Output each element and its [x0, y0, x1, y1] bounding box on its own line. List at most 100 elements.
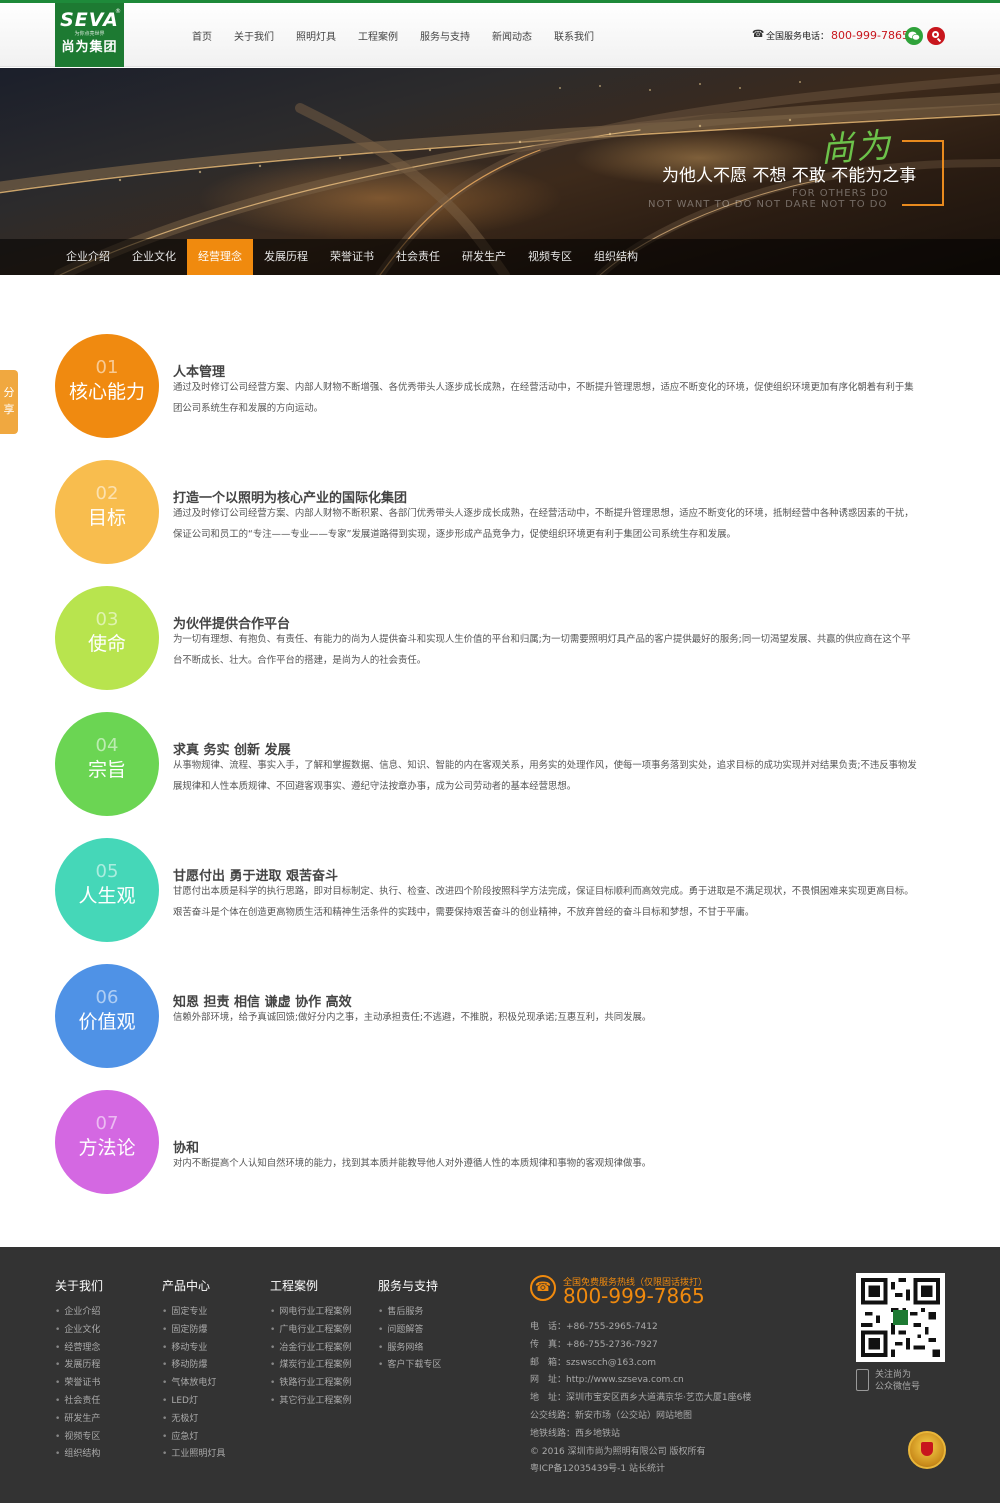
- value-name: 核心能力: [68, 381, 145, 403]
- footer-link[interactable]: 荣誉证书: [55, 1375, 103, 1393]
- value-circle: 07 方法论: [55, 1090, 159, 1194]
- footer-link[interactable]: 移动防爆: [162, 1357, 225, 1375]
- subnav-item[interactable]: 组织结构: [583, 239, 649, 275]
- footer-link[interactable]: 铁路行业工程案例: [270, 1375, 351, 1393]
- value-description: 对内不断提高个人认知自然环境的能力，找到其本质并能教导他人对外遵循人性的本质规律…: [173, 1158, 652, 1169]
- value-description: 通过及时修订公司经营方案、内部人财物不断增强、各优秀带头人逐步成长成熟，在经营活…: [173, 382, 914, 414]
- service-phone: 全国服务电话： 800-999-7865: [752, 25, 909, 45]
- value-name: 方法论: [78, 1137, 136, 1159]
- footer-link[interactable]: 固定专业: [162, 1304, 225, 1322]
- nav-lighting[interactable]: 照明灯具: [296, 28, 336, 43]
- value-description: 通过及时修订公司经营方案、内部人财物不断积累、各部门优秀带头人逐步成长成熟，在经…: [173, 508, 914, 540]
- footer-link[interactable]: 应急灯: [162, 1429, 225, 1447]
- footer-link[interactable]: 其它行业工程案例: [270, 1393, 351, 1411]
- footer-link[interactable]: 固定防爆: [162, 1322, 225, 1340]
- site-header: SEVA ® 为你点亮世界 尚为集团 首页 关于我们 照明灯具 工程案例 服务与…: [0, 3, 1000, 67]
- footer-link[interactable]: 视频专区: [55, 1429, 103, 1447]
- footer-link[interactable]: 问题解答: [378, 1322, 441, 1340]
- sub-nav-items: 企业介绍 企业文化 经营理念 发展历程 荣誉证书 社会责任 研发生产 视频专区 组织结构: [55, 239, 649, 275]
- footer-link[interactable]: 客户下载专区: [378, 1357, 441, 1375]
- value-number: 02: [95, 483, 119, 504]
- nav-cases[interactable]: 工程案例: [358, 28, 398, 43]
- subnav-item[interactable]: 发展历程: [253, 239, 319, 275]
- footer-column-title[interactable]: 服务与支持: [378, 1277, 441, 1294]
- qr-code-icon: [861, 1278, 940, 1357]
- footer-link[interactable]: 服务网络: [378, 1340, 441, 1358]
- subnav-item[interactable]: 企业介绍: [55, 239, 121, 275]
- banner-slogan-en-2: NOT WANT TO DO NOT DARE NOT TO DO: [648, 199, 888, 210]
- footer-contact-line: 网 址：http://www.szseva.com.cn: [530, 1375, 684, 1386]
- hotline-number: 800-999-7865: [563, 1284, 705, 1308]
- footer-link[interactable]: 企业文化: [55, 1322, 103, 1340]
- wechat-icon[interactable]: [905, 27, 923, 45]
- value-number: 04: [95, 735, 119, 756]
- footer-column-title[interactable]: 关于我们: [55, 1277, 103, 1294]
- value-item: 06 价值观 知恩 担责 相信 谦虚 协作 高效 信赖外部环境，给予真诚回馈;做好分内…: [55, 964, 935, 1068]
- footer-contact-line: 地 址：深圳市宝安区西乡大道满京华·艺峦大厦1座6楼: [530, 1393, 752, 1404]
- footer-link[interactable]: 冶金行业工程案例: [270, 1340, 351, 1358]
- footer-link[interactable]: 网电行业工程案例: [270, 1304, 351, 1322]
- value-number: 06: [95, 987, 119, 1008]
- value-item: 04 宗旨 求真 务实 创新 发展 从事物规律、流程、事实入手，了解和掌握数据、信息、…: [55, 712, 935, 816]
- subnav-item[interactable]: 企业文化: [121, 239, 187, 275]
- value-description: 甘愿付出本质是科学的执行思路，即对目标制定、执行、检查、改进四个阶段按照科学方法…: [173, 886, 914, 918]
- value-number: 05: [95, 861, 119, 882]
- footer-column-title[interactable]: 工程案例: [270, 1277, 351, 1294]
- value-name: 人生观: [78, 885, 136, 907]
- footer-link[interactable]: 售后服务: [378, 1304, 441, 1322]
- phone-icon: [752, 30, 764, 40]
- subnav-item[interactable]: 社会责任: [385, 239, 451, 275]
- footer-column: 关于我们企业介绍企业文化经营理念发展历程荣誉证书社会责任研发生产视频专区组织结构: [55, 1277, 103, 1464]
- footer-link[interactable]: 经营理念: [55, 1340, 103, 1358]
- nav-home[interactable]: 首页: [192, 28, 212, 43]
- footer-contact-line: 传 真：+86-755-2736-7927: [530, 1339, 658, 1350]
- footer-link[interactable]: 工业照明灯具: [162, 1446, 225, 1464]
- value-description: 信赖外部环境，给予真诚回馈;做好分内之事，主动承担责任;不逃避，不推脱，积极兑现…: [173, 1012, 652, 1023]
- nav-contact[interactable]: 联系我们: [554, 28, 594, 43]
- value-item: 07 方法论 协和 对内不断提高个人认知自然环境的能力，找到其本质并能教导他人对外遵循…: [55, 1090, 935, 1194]
- footer-column-title[interactable]: 产品中心: [162, 1277, 225, 1294]
- footer-link[interactable]: 气体放电灯: [162, 1375, 225, 1393]
- footer-link[interactable]: 企业介绍: [55, 1304, 103, 1322]
- footer-link[interactable]: 移动专业: [162, 1340, 225, 1358]
- subnav-item[interactable]: 视频专区: [517, 239, 583, 275]
- search-icon[interactable]: [927, 27, 945, 45]
- footer-link[interactable]: LED灯: [162, 1393, 225, 1411]
- site-logo[interactable]: SEVA ® 为你点亮世界 尚为集团: [55, 3, 124, 67]
- value-name: 目标: [87, 507, 126, 529]
- subnav-item[interactable]: 荣誉证书: [319, 239, 385, 275]
- subnav-item[interactable]: 研发生产: [451, 239, 517, 275]
- hero-banner: 尚为 为他人不愿 不想 不敢 不能为之事 FOR OTHERS DO NOT W…: [0, 68, 1000, 275]
- site-footer: 关于我们企业介绍企业文化经营理念发展历程荣誉证书社会责任研发生产视频专区组织结构…: [0, 1247, 1000, 1503]
- footer-column: 工程案例网电行业工程案例广电行业工程案例冶金行业工程案例煤炭行业工程案例铁路行业…: [270, 1277, 351, 1411]
- value-circle: 01 核心能力: [55, 334, 159, 438]
- value-circle: 05 人生观: [55, 838, 159, 942]
- footer-contact-line: 公交线路：新安市场（公交站）网站地图: [530, 1410, 693, 1421]
- footer-link[interactable]: 煤炭行业工程案例: [270, 1357, 351, 1375]
- value-name: 价值观: [78, 1011, 136, 1033]
- nav-service[interactable]: 服务与支持: [420, 28, 470, 43]
- value-description: 从事物规律、流程、事实入手，了解和掌握数据、信息、知识、智能的内在客观关系，用务…: [173, 760, 917, 792]
- footer-contact-line: 地铁线路：西乡地铁站: [530, 1428, 621, 1439]
- share-label: 分享: [3, 386, 15, 416]
- footer-link[interactable]: 发展历程: [55, 1357, 103, 1375]
- mobile-phone-icon: [856, 1369, 869, 1391]
- value-item: 05 人生观 甘愿付出 勇于进取 艰苦奋斗 甘愿付出本质是科学的执行思路，即对目标制定…: [55, 838, 935, 942]
- footer-link[interactable]: 社会责任: [55, 1393, 103, 1411]
- nav-about[interactable]: 关于我们: [234, 28, 274, 43]
- share-button[interactable]: 分享: [0, 370, 18, 434]
- subnav-item[interactable]: 经营理念: [187, 239, 253, 275]
- value-number: 07: [95, 1113, 119, 1134]
- value-description: 为一切有理想、有抱负、有责任、有能力的尚为人提供奋斗和实现人生价值的平台和归属;…: [173, 634, 911, 666]
- footer-link[interactable]: 广电行业工程案例: [270, 1322, 351, 1340]
- footer-link[interactable]: 研发生产: [55, 1411, 103, 1429]
- value-name: 宗旨: [87, 759, 126, 781]
- logo-tagline: 为你点亮世界: [74, 31, 105, 37]
- footer-contact: 电 话：+86-755-2965-7412 传 真：+86-755-2736-79…: [530, 1319, 751, 1479]
- footer-link[interactable]: 无极灯: [162, 1411, 225, 1429]
- value-item: 03 使命 为伙伴提供合作平台 为一切有理想、有抱负、有责任、有能力的尚为人提供奋斗和…: [55, 586, 935, 690]
- footer-link[interactable]: 组织结构: [55, 1446, 103, 1464]
- footer-contact-line: 粤ICP备12035439号-1 站长统计: [530, 1464, 666, 1475]
- police-badge-icon[interactable]: [908, 1431, 946, 1469]
- nav-news[interactable]: 新闻动态: [492, 28, 532, 43]
